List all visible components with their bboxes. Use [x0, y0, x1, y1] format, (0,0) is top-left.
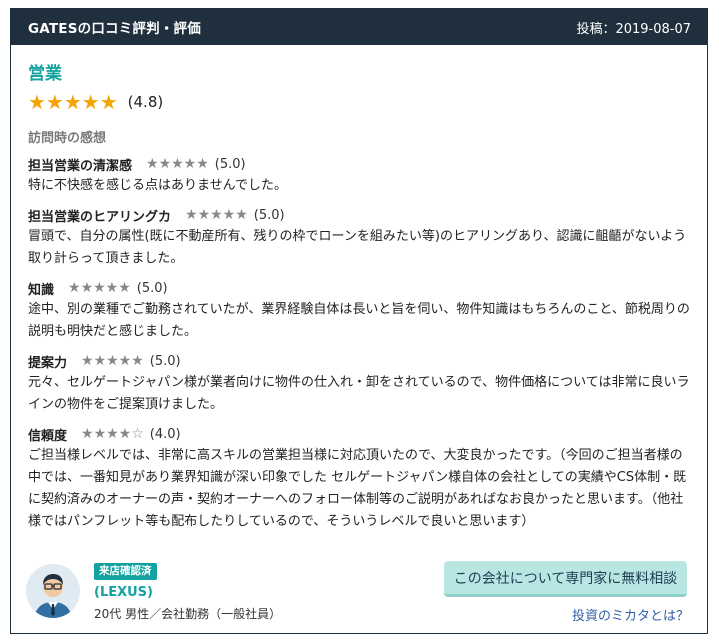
overall-stars: ★★★★★ [28, 90, 118, 114]
rating-item: 担当営業の清潔感 ★★★★★ (5.0) 特に不快感を感じる点はありませんでした… [28, 154, 690, 197]
reviewer-name: (LEXUS) [94, 585, 153, 600]
rating-item-text: ご担当様レベルでは、非常に高スキルの営業担当様に対応頂いたので、大変良かったです… [28, 448, 687, 529]
review-footer: 来店確認済 (LEXUS) 20代 男性／会社勤務（一般社員） この会社について… [11, 559, 707, 633]
review-category: 営業 [28, 64, 62, 84]
rating-item-score: (4.0) [149, 426, 181, 442]
rating-item-name: 提案力 [28, 355, 68, 371]
rating-item-score: (5.0) [149, 353, 181, 369]
rating-item-name: 信頼度 [28, 428, 68, 444]
card-title: GATESの口コミ評判・評価 [28, 21, 201, 37]
rating-item-stars: ★★★★★ [146, 156, 209, 172]
about-link[interactable]: 投資のミカタとは？ [572, 605, 689, 624]
rating-item-text: 特に不快感を感じる点はありませんでした。 [28, 178, 287, 193]
post-date: 投稿：2019-08-07 [576, 21, 691, 37]
avatar-icon [26, 564, 80, 618]
review-card: GATESの口コミ評判・評価 投稿：2019-08-07 営業 ★★★★★ (4… [10, 8, 708, 634]
rating-item: 信頼度 ★★★★☆ (4.0) ご担当様レベルでは、非常に高スキルの営業担当様に… [28, 424, 690, 533]
rating-item: 知識 ★★★★★ (5.0) 途中、別の業種でご勤務されていたが、業界経験自体は… [28, 278, 690, 343]
rating-item-text: 冒頭で、自分の属性(既に不動産所有、残りの枠でローンを組みたい等)のヒアリングあ… [28, 229, 687, 266]
overall-rating: ★★★★★ (4.8) [28, 91, 690, 113]
review-body: 営業 ★★★★★ (4.8) 訪問時の感想 担当営業の清潔感 ★★★★★ (5.… [11, 45, 707, 533]
card-header: GATESの口コミ評判・評価 投稿：2019-08-07 [11, 9, 707, 45]
rating-item-name: 担当営業の清潔感 [28, 158, 133, 174]
free-consult-button[interactable]: この会社について専門家に無料相談 [444, 561, 687, 597]
visit-confirmed-badge: 来店確認済 [94, 563, 157, 580]
rating-item-stars: ★★★★★ [81, 353, 144, 369]
reviewer-profile: 20代 男性／会社勤務（一般社員） [94, 607, 282, 621]
rating-item-stars: ★★★★★ [68, 280, 131, 296]
rating-item-score: (5.0) [214, 156, 246, 172]
rating-item-score: (5.0) [136, 280, 168, 296]
rating-item: 担当営業のヒアリングカ ★★★★★ (5.0) 冒頭で、自分の属性(既に不動産所… [28, 205, 690, 270]
rating-item-text: 元々、セルゲートジャパン様が業者向けに物件の仕入れ・卸をされているので、物件価格… [28, 375, 690, 412]
reviewer-info-block: 来店確認済 (LEXUS) 20代 男性／会社勤務（一般社員） [94, 559, 281, 622]
overall-score: (4.8) [127, 93, 164, 111]
section-heading: 訪問時の感想 [28, 131, 107, 146]
rating-item: 提案力 ★★★★★ (5.0) 元々、セルゲートジャパン様が業者向けに物件の仕入… [28, 351, 690, 416]
rating-item-text: 途中、別の業種でご勤務されていたが、業界経験自体は長いと旨を伺い、物件知識はもち… [28, 302, 690, 339]
rating-item-name: 担当営業のヒアリングカ [28, 209, 172, 225]
rating-item-score: (5.0) [253, 207, 285, 223]
rating-item-name: 知識 [28, 282, 55, 298]
rating-item-stars: ★★★★★ [185, 207, 248, 223]
rating-item-stars: ★★★★☆ [81, 426, 144, 442]
